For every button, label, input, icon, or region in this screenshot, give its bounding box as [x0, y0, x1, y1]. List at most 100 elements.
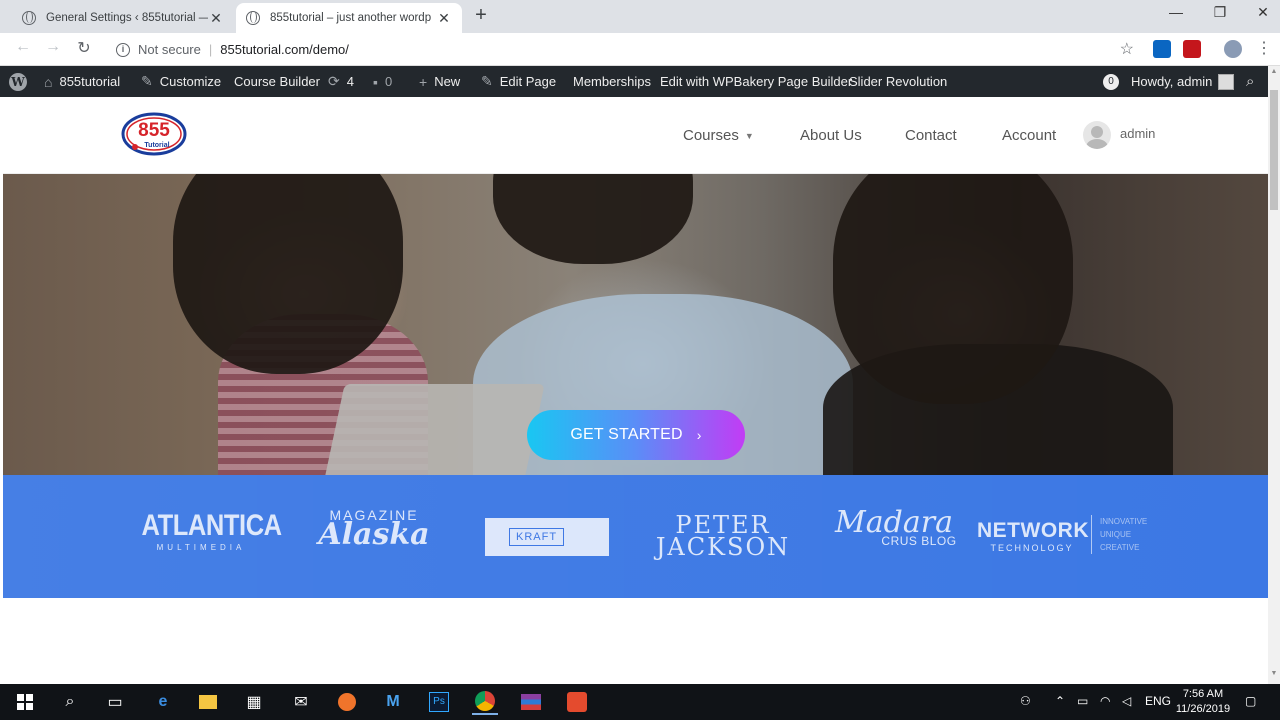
tray-chevron-up-icon[interactable]: ⌃ [1055, 694, 1065, 708]
user-name[interactable]: admin [1120, 126, 1155, 141]
pdf-extension-icon[interactable] [1183, 40, 1201, 58]
edit-wpbakery-label: Edit with WPBakery Page Builder [660, 74, 853, 89]
howdy-label: Howdy, admin [1131, 74, 1213, 89]
comment-icon: ▪ [373, 73, 378, 90]
winrar-icon[interactable] [518, 689, 544, 715]
notification-center-icon[interactable]: ▢ [1245, 694, 1256, 708]
edge-icon[interactable]: e [150, 689, 176, 715]
profile-avatar-icon[interactable] [1224, 40, 1242, 58]
wp-logo-button[interactable]: W [9, 66, 27, 97]
photoshop-icon[interactable]: Ps [426, 689, 452, 715]
comments-link[interactable]: ▪ 0 [373, 66, 392, 97]
nav-courses-label: Courses [683, 127, 739, 144]
menu-kebab-icon[interactable]: ⋮ [1252, 38, 1276, 58]
globe-icon [22, 11, 36, 25]
customize-label: Customize [159, 74, 222, 89]
wifi-icon[interactable]: ◠ [1100, 694, 1110, 708]
file-explorer-icon[interactable] [195, 689, 221, 715]
mail-icon[interactable]: ✉ [288, 689, 314, 715]
plus-icon: + [419, 73, 428, 90]
get-started-button[interactable]: GET STARTED › [527, 410, 745, 460]
updates-link[interactable]: ⟳ 4 [328, 66, 354, 97]
tab-855tutorial[interactable]: 855tutorial – just another wordp ✕ [236, 3, 462, 33]
browser-tab-strip: General Settings ‹ 855tutorial — ✕ 855tu… [0, 0, 1280, 33]
scroll-down-arrow-icon[interactable]: ▼ [1270, 670, 1278, 677]
volume-icon[interactable]: ◁ [1122, 694, 1131, 708]
close-window-button[interactable]: ✕ [1243, 4, 1280, 21]
chevron-right-icon: › [696, 427, 702, 443]
alaska-main: Alaska [318, 517, 430, 552]
linkedin-extension-icon[interactable] [1153, 40, 1171, 58]
get-started-label: GET STARTED [570, 426, 683, 443]
user-avatar-icon [1218, 73, 1235, 90]
updates-count: 4 [346, 74, 354, 89]
info-icon[interactable]: i [116, 42, 130, 57]
clock-date: 11/26/2019 [1175, 703, 1231, 715]
restore-button[interactable]: ❐ [1200, 4, 1240, 21]
my-account-link[interactable]: 0 Howdy, admin [1103, 66, 1235, 97]
slider-revolution-link[interactable]: Slider Revolution [849, 66, 947, 97]
network-tagline-1: INNOVATIVE [1100, 517, 1148, 526]
network-sub: TECHNOLOGY [990, 543, 1074, 553]
address-bar[interactable]: i Not secure | 855tutorial.com/demo/ ☆ [106, 36, 1142, 63]
nav-contact[interactable]: Contact [905, 127, 957, 144]
browser-toolbar: ← → ↻ i Not secure | 855tutorial.com/dem… [0, 33, 1280, 66]
atlantica-main: ATLANTICA [141, 509, 283, 542]
page-scrollbar[interactable]: ▲ ▼ [1268, 66, 1280, 684]
minimize-button[interactable]: — [1156, 4, 1196, 20]
reload-button[interactable]: ↻ [72, 38, 96, 58]
app-m-icon[interactable]: M [380, 689, 406, 715]
kraft-text: KRAFT [509, 528, 565, 546]
atlantica-sub: MULTIMEDIA [156, 543, 246, 552]
customize-link[interactable]: ✎ Customize [141, 66, 221, 97]
user-avatar[interactable] [1083, 121, 1111, 149]
site-logo[interactable]: 855 Tutorial [121, 111, 187, 157]
url-text[interactable]: 855tutorial.com/demo/ [220, 42, 349, 57]
globe-icon [246, 11, 260, 25]
logo-text: 855 [138, 120, 170, 141]
course-builder-link[interactable]: Course Builder [234, 66, 320, 97]
site-header: 855 Tutorial Courses ▼ About Us Contact A… [3, 97, 1268, 174]
firefox-icon[interactable] [334, 689, 360, 715]
memberships-label: Memberships [573, 74, 652, 89]
new-tab-button[interactable]: + [470, 4, 492, 27]
store-icon[interactable]: ▦ [241, 689, 267, 715]
pencil-icon: ✎ [481, 73, 493, 89]
windows-start-icon[interactable] [12, 689, 38, 715]
nav-about-us[interactable]: About Us [800, 127, 862, 144]
nav-account[interactable]: Account [1002, 127, 1056, 144]
slider-revolution-label: Slider Revolution [849, 74, 948, 89]
camtasia-icon[interactable] [564, 689, 590, 715]
search-icon[interactable]: ⌕ [57, 689, 83, 715]
tab-general-settings[interactable]: General Settings ‹ 855tutorial — ✕ [12, 3, 234, 33]
scroll-up-arrow-icon[interactable]: ▲ [1270, 68, 1278, 75]
nav-courses[interactable]: Courses ▼ [683, 127, 754, 144]
dashboard-icon: ⌂ [44, 73, 53, 90]
back-button[interactable]: ← [11, 38, 35, 56]
updates-icon: ⟳ [328, 73, 340, 89]
edit-page-link[interactable]: ✎ Edit Page [481, 66, 556, 97]
close-tab-icon[interactable]: ✕ [436, 10, 452, 27]
edit-wpbakery-link[interactable]: Edit with WPBakery Page Builder [660, 66, 852, 97]
search-icon[interactable]: ⌕ [1246, 66, 1254, 97]
new-content-link[interactable]: + New [419, 66, 460, 97]
chrome-icon[interactable] [472, 689, 498, 715]
peter-jackson-logo: PETER JACKSON [643, 513, 803, 559]
tab-title: 855tutorial – just another wordp [270, 12, 432, 24]
forward-button[interactable]: → [41, 38, 65, 56]
people-icon[interactable]: ⚇ [1020, 694, 1031, 708]
bookmark-star-icon[interactable]: ☆ [1120, 39, 1134, 59]
memberships-link[interactable]: Memberships [573, 66, 651, 97]
task-view-icon[interactable]: ▭ [102, 689, 128, 715]
scrollbar-thumb[interactable] [1270, 90, 1278, 210]
close-tab-icon[interactable]: ✕ [208, 10, 224, 27]
logo-subtext: Tutorial [144, 142, 169, 149]
hero-banner: GET STARTED › [3, 174, 1268, 475]
site-name-link[interactable]: ⌂ 855tutorial [44, 66, 120, 97]
language-indicator[interactable]: ENG [1145, 694, 1171, 708]
atlantica-logo: ATLANTICA MULTIMEDIA [131, 509, 283, 552]
hero-photo-hair-left [173, 174, 403, 374]
battery-icon[interactable]: ▭ [1077, 694, 1088, 708]
windows-taskbar: ⌕ ▭ e ▦ ✉ M Ps ⚇ ⌃ ▭ ◠ ◁ ENG 7:56 AM 11/… [0, 684, 1280, 720]
system-clock[interactable]: 7:56 AM 11/26/2019 [1172, 687, 1234, 717]
